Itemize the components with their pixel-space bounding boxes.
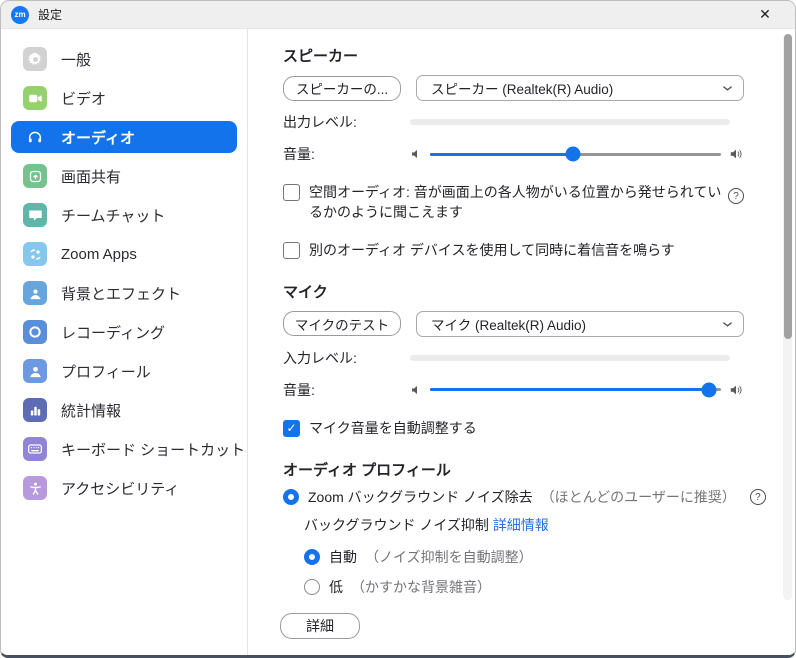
sidebar-item-statistics[interactable]: 統計情報 — [11, 394, 237, 426]
sidebar-item-label: 背景とエフェクト — [61, 283, 181, 304]
speaker-device-dropdown[interactable]: スピーカー (Realtek(R) Audio) — [416, 75, 744, 101]
test-speaker-button[interactable]: スピーカーの... — [283, 76, 401, 101]
sidebar-item-screen-share[interactable]: 画面共有 — [11, 160, 237, 192]
slider-thumb[interactable] — [702, 382, 717, 397]
noise-removal-radio[interactable] — [283, 489, 299, 505]
sidebar-item-label: 画面共有 — [61, 166, 121, 187]
input-level-meter — [410, 355, 730, 361]
gear-icon — [23, 47, 47, 71]
speaker-device-value: スピーカー (Realtek(R) Audio) — [431, 78, 722, 98]
audio-settings-panel: スピーカー スピーカーの... スピーカー (Realtek(R) Audio)… — [248, 29, 795, 655]
sidebar-item-label: キーボード ショートカット — [61, 439, 245, 460]
sidebar-item-background-effects[interactable]: 背景とエフェクト — [11, 277, 237, 309]
profile-icon — [23, 359, 47, 383]
mic-volume-slider[interactable] — [430, 382, 721, 398]
sidebar-item-label: ビデオ — [61, 88, 106, 109]
background-effects-icon — [23, 281, 47, 305]
slider-thumb[interactable] — [565, 147, 580, 162]
chevron-down-icon — [722, 315, 733, 333]
sidebar-item-keyboard-shortcuts[interactable]: キーボード ショートカット — [11, 433, 237, 465]
ring-devices-label: 別のオーディオ デバイスを使用して同時に着信音を鳴らす — [309, 240, 675, 260]
footer: 詳細 — [248, 601, 795, 639]
audio-profile-heading: オーディオ プロフィール — [283, 459, 744, 480]
chevron-down-icon — [722, 79, 733, 97]
noise-low-radio[interactable] — [304, 579, 320, 595]
noise-auto-radio[interactable] — [304, 549, 320, 565]
settings-sidebar: 一般 ビデオ オーディオ 画面共有 — [1, 29, 248, 655]
sidebar-item-accessibility[interactable]: アクセシビリティ — [11, 472, 237, 504]
help-icon[interactable]: ? — [728, 188, 744, 204]
zoom-apps-icon — [23, 242, 47, 266]
zoom-logo-icon: zm — [11, 6, 29, 24]
sidebar-item-label: 統計情報 — [61, 400, 121, 421]
noise-option-low: 低 （かすかな背景雑音） — [304, 577, 744, 597]
noise-option-auto: 自動 （ノイズ抑制を自動調整） — [304, 547, 744, 567]
sidebar-item-label: オーディオ — [61, 127, 135, 148]
recording-icon — [23, 320, 47, 344]
headphones-icon — [23, 125, 47, 149]
noise-removal-hint: （ほとんどのユーザーに推奨） — [541, 487, 736, 507]
ring-devices-checkbox[interactable]: ✓ — [283, 242, 300, 259]
sidebar-item-label: レコーディング — [61, 322, 165, 343]
scrollbar-track[interactable] — [783, 34, 792, 600]
test-mic-button[interactable]: マイクのテスト — [283, 311, 401, 336]
sidebar-item-recording[interactable]: レコーディング — [11, 316, 237, 348]
advanced-button[interactable]: 詳細 — [280, 613, 360, 639]
mic-volume-label: 音量: — [283, 380, 410, 400]
output-level-meter — [410, 119, 730, 125]
input-level-label: 入力レベル: — [283, 348, 410, 368]
video-camera-icon — [23, 86, 47, 110]
scrollbar-thumb[interactable] — [784, 34, 792, 339]
sidebar-item-label: アクセシビリティ — [61, 478, 179, 499]
settings-scroll-area: スピーカー スピーカーの... スピーカー (Realtek(R) Audio)… — [248, 29, 795, 601]
learn-more-link[interactable]: 詳細情報 — [493, 517, 549, 533]
speaker-volume-label: 音量: — [283, 144, 410, 164]
auto-adjust-mic-checkbox[interactable]: ✓ — [283, 420, 300, 437]
mic-device-value: マイク (Realtek(R) Audio) — [431, 314, 722, 334]
sidebar-item-video[interactable]: ビデオ — [11, 82, 237, 114]
sidebar-item-label: プロフィール — [61, 361, 151, 382]
mic-section-heading: マイク — [283, 281, 744, 302]
sidebar-item-label: 一般 — [61, 49, 91, 70]
speaker-high-icon — [729, 147, 743, 161]
speaker-section-heading: スピーカー — [283, 45, 744, 66]
keyboard-icon — [23, 437, 47, 461]
speaker-low-icon — [410, 148, 422, 160]
close-icon[interactable]: ✕ — [745, 1, 785, 29]
title-bar: zm 設定 ✕ — [1, 1, 795, 29]
settings-window: zm 設定 ✕ 一般 ビデオ オーディオ — [0, 0, 796, 658]
statistics-icon — [23, 398, 47, 422]
sidebar-item-label: Zoom Apps — [61, 246, 137, 263]
help-icon[interactable]: ? — [750, 489, 766, 505]
team-chat-icon — [23, 203, 47, 227]
speaker-low-icon — [410, 384, 422, 396]
speaker-high-icon — [729, 383, 743, 397]
sidebar-item-zoom-apps[interactable]: Zoom Apps — [11, 238, 237, 270]
speaker-volume-slider[interactable] — [430, 146, 721, 162]
sidebar-item-team-chat[interactable]: チームチャット — [11, 199, 237, 231]
output-level-label: 出力レベル: — [283, 112, 410, 132]
noise-removal-label: Zoom バックグラウンド ノイズ除去 — [308, 487, 533, 507]
noise-suppression-label: バックグラウンド ノイズ抑制 詳細情報 — [304, 515, 744, 535]
spatial-audio-label: 空間オーディオ: 音が画面上の各人物がいる位置から発せられているかのように聞こえ… — [309, 182, 728, 223]
auto-adjust-mic-label: マイク音量を自動調整する — [309, 418, 477, 438]
accessibility-icon — [23, 476, 47, 500]
sidebar-item-profile[interactable]: プロフィール — [11, 355, 237, 387]
sidebar-item-audio[interactable]: オーディオ — [11, 121, 237, 153]
window-title: 設定 — [38, 6, 62, 23]
screen-share-icon — [23, 164, 47, 188]
sidebar-item-general[interactable]: 一般 — [11, 43, 237, 75]
mic-device-dropdown[interactable]: マイク (Realtek(R) Audio) — [416, 311, 744, 337]
spatial-audio-checkbox[interactable]: ✓ — [283, 184, 300, 201]
sidebar-item-label: チームチャット — [61, 205, 165, 226]
